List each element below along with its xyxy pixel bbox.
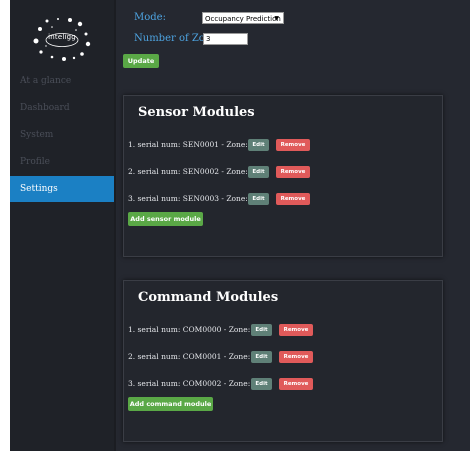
mode-select[interactable]: Occupancy Prediction ▼ xyxy=(202,12,284,24)
sensor-edit-button[interactable]: Edit xyxy=(248,139,269,151)
sensor-remove-button[interactable]: Remove xyxy=(276,193,310,205)
command-remove-button[interactable]: Remove xyxy=(279,324,313,336)
sensor-row-text: 1. serial num: SEN0001 - Zone: B xyxy=(128,140,256,149)
command-row-text: 1. serial num: COM0000 - Zone: A xyxy=(128,325,259,334)
command-modules-title: Command Modules xyxy=(138,290,279,305)
sensor-edit-button[interactable]: Edit xyxy=(248,166,269,178)
sidebar-item-at-a-glance[interactable]: At a glance xyxy=(10,68,114,94)
logo-text: inteligg xyxy=(48,33,76,41)
divider xyxy=(114,0,116,451)
command-edit-button[interactable]: Edit xyxy=(251,378,272,390)
sensor-edit-button[interactable]: Edit xyxy=(248,193,269,205)
mode-label: Mode: xyxy=(134,12,166,23)
command-edit-button[interactable]: Edit xyxy=(251,351,272,363)
sensor-modules-title: Sensor Modules xyxy=(138,105,255,120)
chevron-down-icon: ▼ xyxy=(274,15,279,22)
app-logo: inteligg xyxy=(32,16,92,62)
sensor-row-text: 3. serial num: SEN0003 - Zone: C xyxy=(128,194,256,203)
sidebar-item-settings[interactable]: Settings xyxy=(10,176,114,202)
zones-input[interactable] xyxy=(203,33,248,45)
command-row-text: 3. serial num: COM0002 - Zone: C xyxy=(128,379,259,388)
command-row-text: 2. serial num: COM0001 - Zone: B xyxy=(128,352,259,361)
sidebar-item-profile[interactable]: Profile xyxy=(10,149,114,175)
command-remove-button[interactable]: Remove xyxy=(279,351,313,363)
sidebar-item-dashboard[interactable]: Dashboard xyxy=(10,95,114,121)
sensor-remove-button[interactable]: Remove xyxy=(276,166,310,178)
update-button[interactable]: Update xyxy=(123,54,159,68)
sensor-remove-button[interactable]: Remove xyxy=(276,139,310,151)
sensor-row-text: 2. serial num: SEN0002 - Zone: A xyxy=(128,167,256,176)
command-edit-button[interactable]: Edit xyxy=(251,324,272,336)
add-command-module-button[interactable]: Add command module xyxy=(128,397,213,411)
sidebar-item-system[interactable]: System xyxy=(10,122,114,148)
mode-select-value: Occupancy Prediction xyxy=(205,15,281,23)
command-remove-button[interactable]: Remove xyxy=(279,378,313,390)
add-sensor-module-button[interactable]: Add sensor module xyxy=(128,212,203,226)
